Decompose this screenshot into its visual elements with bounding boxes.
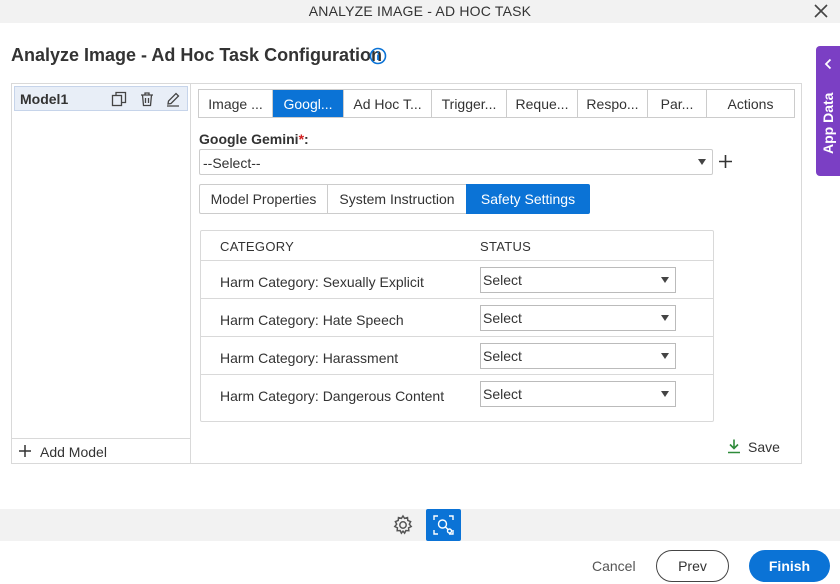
tab-actions[interactable]: Actions — [707, 90, 794, 117]
config-tabs: Image ... Googl... Ad Hoc T... Trigger..… — [198, 89, 795, 118]
chevron-down-icon — [698, 159, 706, 165]
configuration-panel: Model1 Add Model Image ... Googl... Ad H… — [11, 83, 802, 464]
table-row: Harm Category: Dangerous Content Select — [201, 375, 713, 413]
tab-parameters[interactable]: Par... — [648, 90, 707, 117]
page-title: Analyze Image - Ad Hoc Task Configuratio… — [11, 45, 383, 65]
add-model-label: Add Model — [40, 444, 107, 460]
column-header-category: CATEGORY — [220, 239, 295, 254]
subtab-system-instruction[interactable]: System Instruction — [327, 184, 466, 214]
chevron-down-icon — [661, 391, 669, 397]
tab-image[interactable]: Image ... — [199, 90, 273, 117]
safety-settings-table: CATEGORY STATUS Harm Category: Sexually … — [200, 230, 714, 422]
edit-icon[interactable] — [165, 91, 181, 107]
app-data-panel-toggle[interactable]: App Data — [816, 46, 840, 176]
google-gemini-select[interactable]: --Select-- — [199, 149, 713, 175]
copy-icon[interactable] — [111, 91, 127, 107]
ai-image-icon — [433, 515, 454, 535]
info-icon[interactable] — [369, 47, 387, 65]
plus-icon[interactable] — [718, 154, 733, 169]
category-label: Harm Category: Hate Speech — [220, 312, 404, 328]
save-label: Save — [748, 439, 780, 455]
trash-icon[interactable] — [139, 91, 155, 107]
subtab-model-properties[interactable]: Model Properties — [199, 184, 327, 214]
status-select-value: Select — [483, 386, 522, 402]
model-list-panel: Model1 Add Model — [12, 84, 191, 463]
finish-button[interactable]: Finish — [749, 550, 830, 582]
column-header-status: STATUS — [480, 239, 532, 254]
status-select-value: Select — [483, 348, 522, 364]
status-select[interactable]: Select — [480, 267, 676, 293]
cancel-button[interactable]: Cancel — [592, 558, 636, 574]
chevron-down-icon — [661, 315, 669, 321]
ai-image-button[interactable] — [426, 509, 461, 541]
table-row: Harm Category: Hate Speech Select — [201, 299, 713, 337]
chevron-left-icon — [824, 58, 832, 70]
close-icon[interactable] — [812, 2, 830, 20]
tab-triggers[interactable]: Trigger... — [432, 90, 507, 117]
tab-google-gemini[interactable]: Googl... — [273, 90, 344, 117]
table-row: Harm Category: Sexually Explicit Select — [201, 261, 713, 299]
plus-icon — [19, 445, 31, 457]
dialog-titlebar: ANALYZE IMAGE - AD HOC TASK — [0, 0, 840, 23]
app-data-label: App Data — [820, 92, 836, 154]
tab-ad-hoc-task[interactable]: Ad Hoc T... — [344, 90, 432, 117]
download-icon — [728, 439, 740, 454]
model-label: Model1 — [20, 91, 69, 107]
table-header: CATEGORY STATUS — [201, 231, 713, 261]
bottom-toolbar — [0, 509, 840, 541]
category-label: Harm Category: Dangerous Content — [220, 388, 445, 404]
status-select-value: Select — [483, 272, 522, 288]
category-label: Harm Category: Harassment — [220, 350, 399, 366]
model-list-item[interactable]: Model1 — [14, 86, 188, 111]
tab-request[interactable]: Reque... — [507, 90, 578, 117]
google-gemini-select-value: --Select-- — [203, 155, 261, 171]
google-gemini-label: Google Gemini*: — [199, 131, 309, 147]
table-row: Harm Category: Harassment Select — [201, 337, 713, 375]
status-select[interactable]: Select — [480, 343, 676, 369]
category-label: Harm Category: Sexually Explicit — [220, 274, 424, 290]
label-colon: : — [304, 131, 309, 147]
prev-button[interactable]: Prev — [656, 550, 729, 582]
dialog-title: ANALYZE IMAGE - AD HOC TASK — [308, 3, 532, 19]
status-select[interactable]: Select — [480, 305, 676, 331]
subtab-safety-settings[interactable]: Safety Settings — [466, 184, 590, 214]
google-gemini-label-text: Google Gemini — [199, 131, 299, 147]
save-button[interactable]: Save — [726, 437, 786, 457]
status-select-value: Select — [483, 310, 522, 326]
chevron-down-icon — [661, 277, 669, 283]
gear-icon[interactable] — [392, 514, 414, 536]
tab-response[interactable]: Respo... — [578, 90, 648, 117]
gemini-subtabs: Model Properties System Instruction Safe… — [199, 184, 590, 214]
add-model-button[interactable]: Add Model — [12, 438, 190, 463]
status-select[interactable]: Select — [480, 381, 676, 407]
chevron-down-icon — [661, 353, 669, 359]
